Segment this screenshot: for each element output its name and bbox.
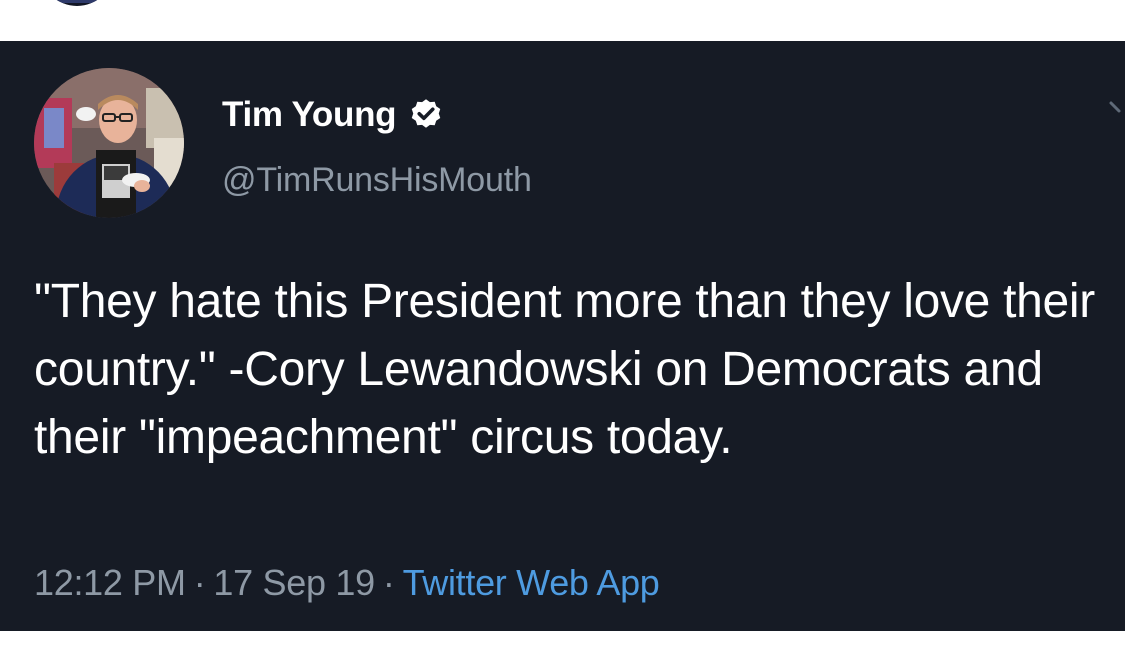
tweet-source-link[interactable]: Twitter Web App	[403, 562, 660, 603]
author-handle[interactable]: @TimRunsHisMouth	[222, 161, 532, 200]
avatar-photo	[34, 68, 184, 218]
tweet-meta: 12:12 PM · 17 Sep 19 · Twitter Web App	[34, 562, 660, 604]
author-name[interactable]: Tim Young	[222, 95, 397, 135]
previous-avatar-fragment	[40, 0, 114, 6]
avatar[interactable]	[34, 68, 184, 218]
author-name-row[interactable]: Tim Young	[222, 95, 444, 135]
tweet-time[interactable]: 12:12 PM	[34, 562, 186, 603]
meta-separator: ·	[382, 562, 395, 603]
screenshot-frame: Tim Young @TimRunsHisMouth "They hate th…	[0, 0, 1125, 662]
tweet-date[interactable]: 17 Sep 19	[213, 562, 375, 603]
verified-badge-icon	[412, 99, 441, 128]
meta-separator: ·	[193, 562, 206, 603]
chevron-down-icon[interactable]	[1107, 97, 1125, 119]
tweet-card[interactable]: Tim Young @TimRunsHisMouth "They hate th…	[0, 41, 1125, 631]
tweet-text: "They hate this President more than they…	[34, 275, 1095, 464]
